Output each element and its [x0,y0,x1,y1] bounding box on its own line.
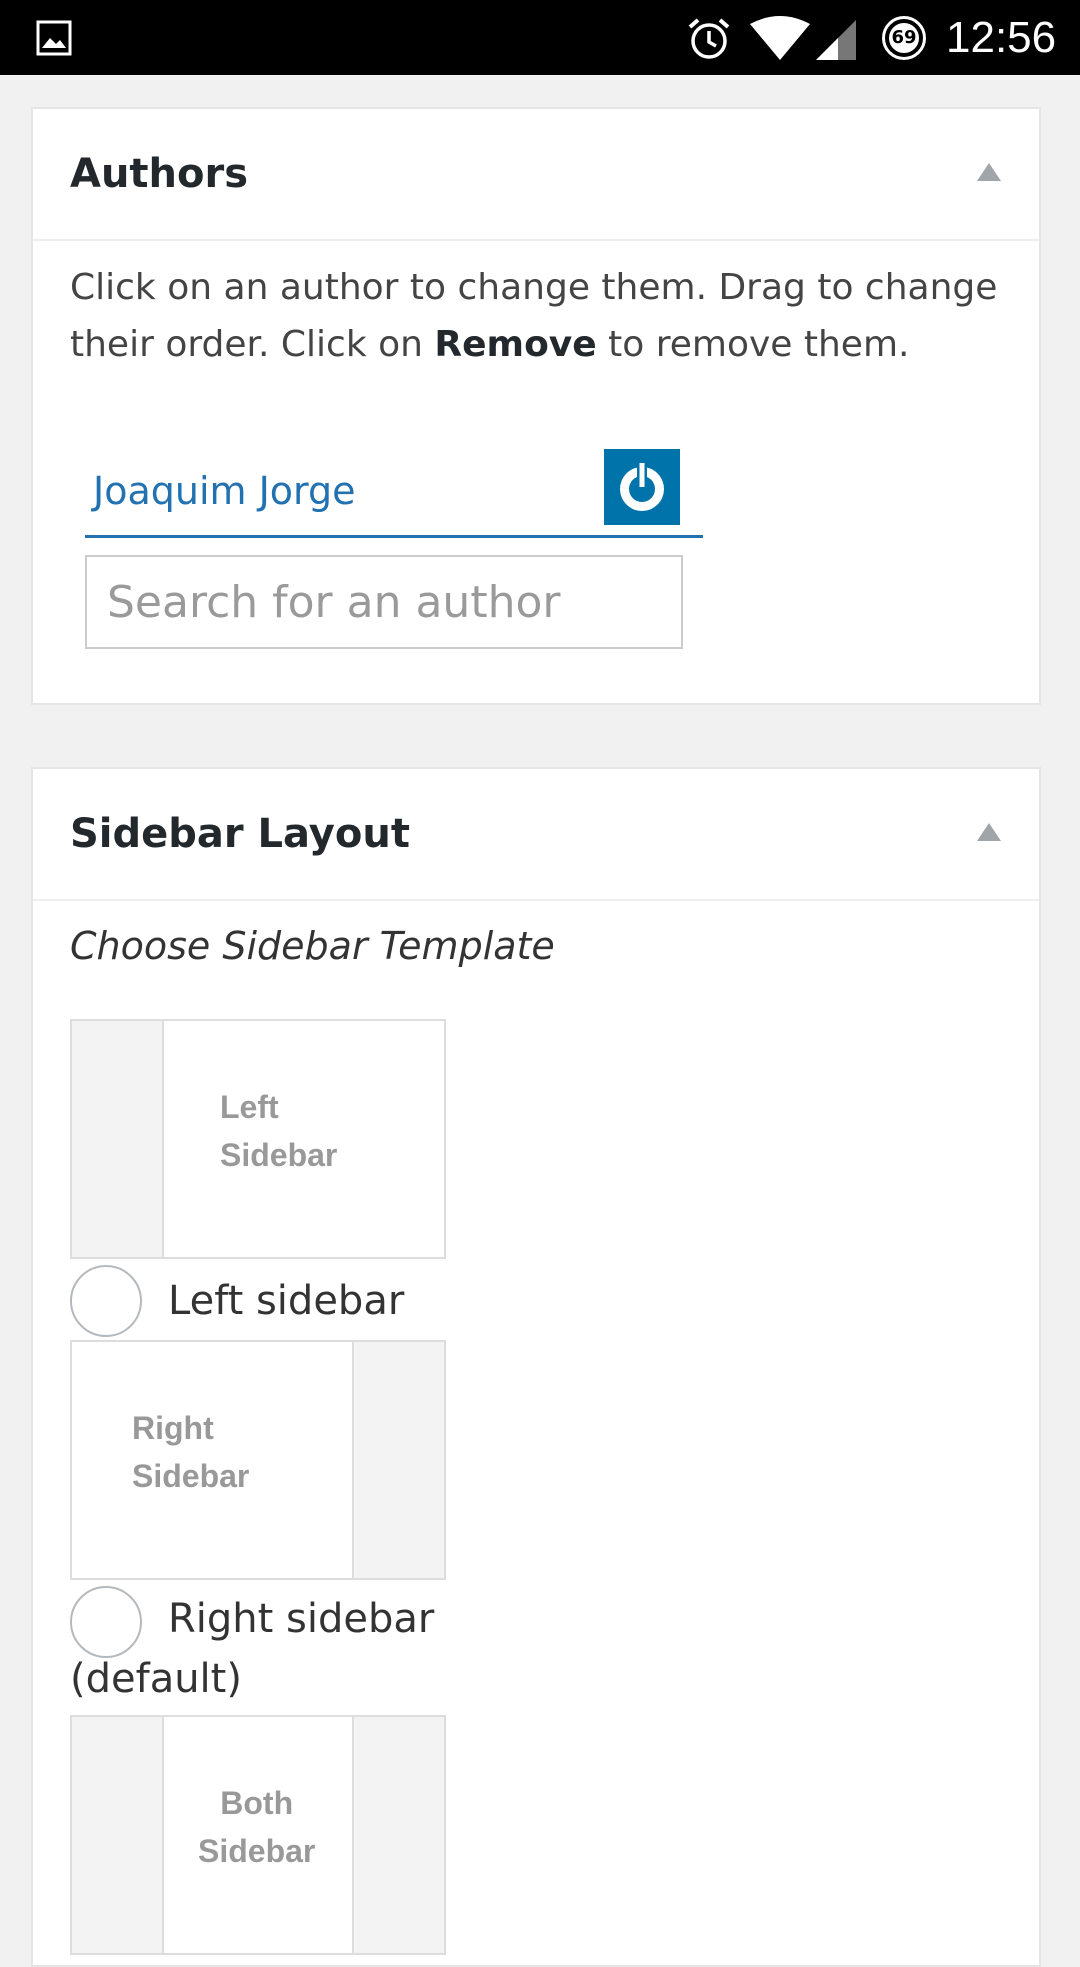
sidebar-strip [72,1717,164,1953]
image-label-line: Left [220,1089,279,1125]
image-label-line: Right [132,1410,214,1446]
wifi-icon [750,16,810,60]
signal-icon [816,20,856,60]
help-text-part: to remove them. [596,324,910,365]
gallery-icon [36,20,72,56]
authors-panel-title: Authors [70,151,249,197]
right-sidebar-image[interactable]: Right Sidebar [70,1340,446,1580]
author-search-input[interactable] [85,555,683,649]
image-label: Right Sidebar [132,1404,249,1500]
image-label-line: Sidebar [132,1458,250,1494]
left-sidebar-radio[interactable] [70,1265,142,1337]
clock: 12:56 [946,13,1057,62]
sidebar-layout-panel: Sidebar Layout Choose Sidebar Template L… [31,767,1041,1967]
both-sidebar-image[interactable]: Both Sidebar [70,1715,446,1955]
authors-help-text: Click on an author to change them. Drag … [70,259,1010,373]
sidebar-template-subtitle: Choose Sidebar Template [70,924,555,968]
left-sidebar-label: Left sidebar [168,1278,405,1324]
authors-panel: Authors Click on an author to change the… [31,107,1041,705]
image-label: Both Sidebar [198,1779,315,1875]
image-label-line: Sidebar [198,1833,316,1869]
battery-level: 69 [891,27,917,48]
sidebar-layout-panel-title: Sidebar Layout [70,811,410,857]
status-bar: 69 12:56 [0,0,1080,75]
alarm-icon [688,18,730,59]
author-name-link[interactable]: Joaquim Jorge [93,469,356,513]
remove-keyword: Remove [434,324,597,365]
image-label-line: Sidebar [220,1137,338,1173]
sidebar-strip [352,1342,444,1578]
collapse-arrow-icon[interactable] [975,161,1003,183]
author-item[interactable]: Joaquim Jorge [85,449,703,538]
right-sidebar-label: Right sidebar (default) [70,1596,435,1702]
left-sidebar-image[interactable]: Left Sidebar [70,1019,446,1259]
sidebar-strip [72,1021,164,1257]
image-label: Left Sidebar [220,1083,337,1179]
authors-panel-header[interactable]: Authors [33,109,1039,241]
sidebar-layout-panel-header[interactable]: Sidebar Layout [33,769,1039,901]
sidebar-strip [352,1717,444,1953]
author-avatar-icon[interactable] [604,449,680,525]
image-label-line: Both [220,1785,294,1821]
collapse-arrow-icon[interactable] [975,821,1003,843]
